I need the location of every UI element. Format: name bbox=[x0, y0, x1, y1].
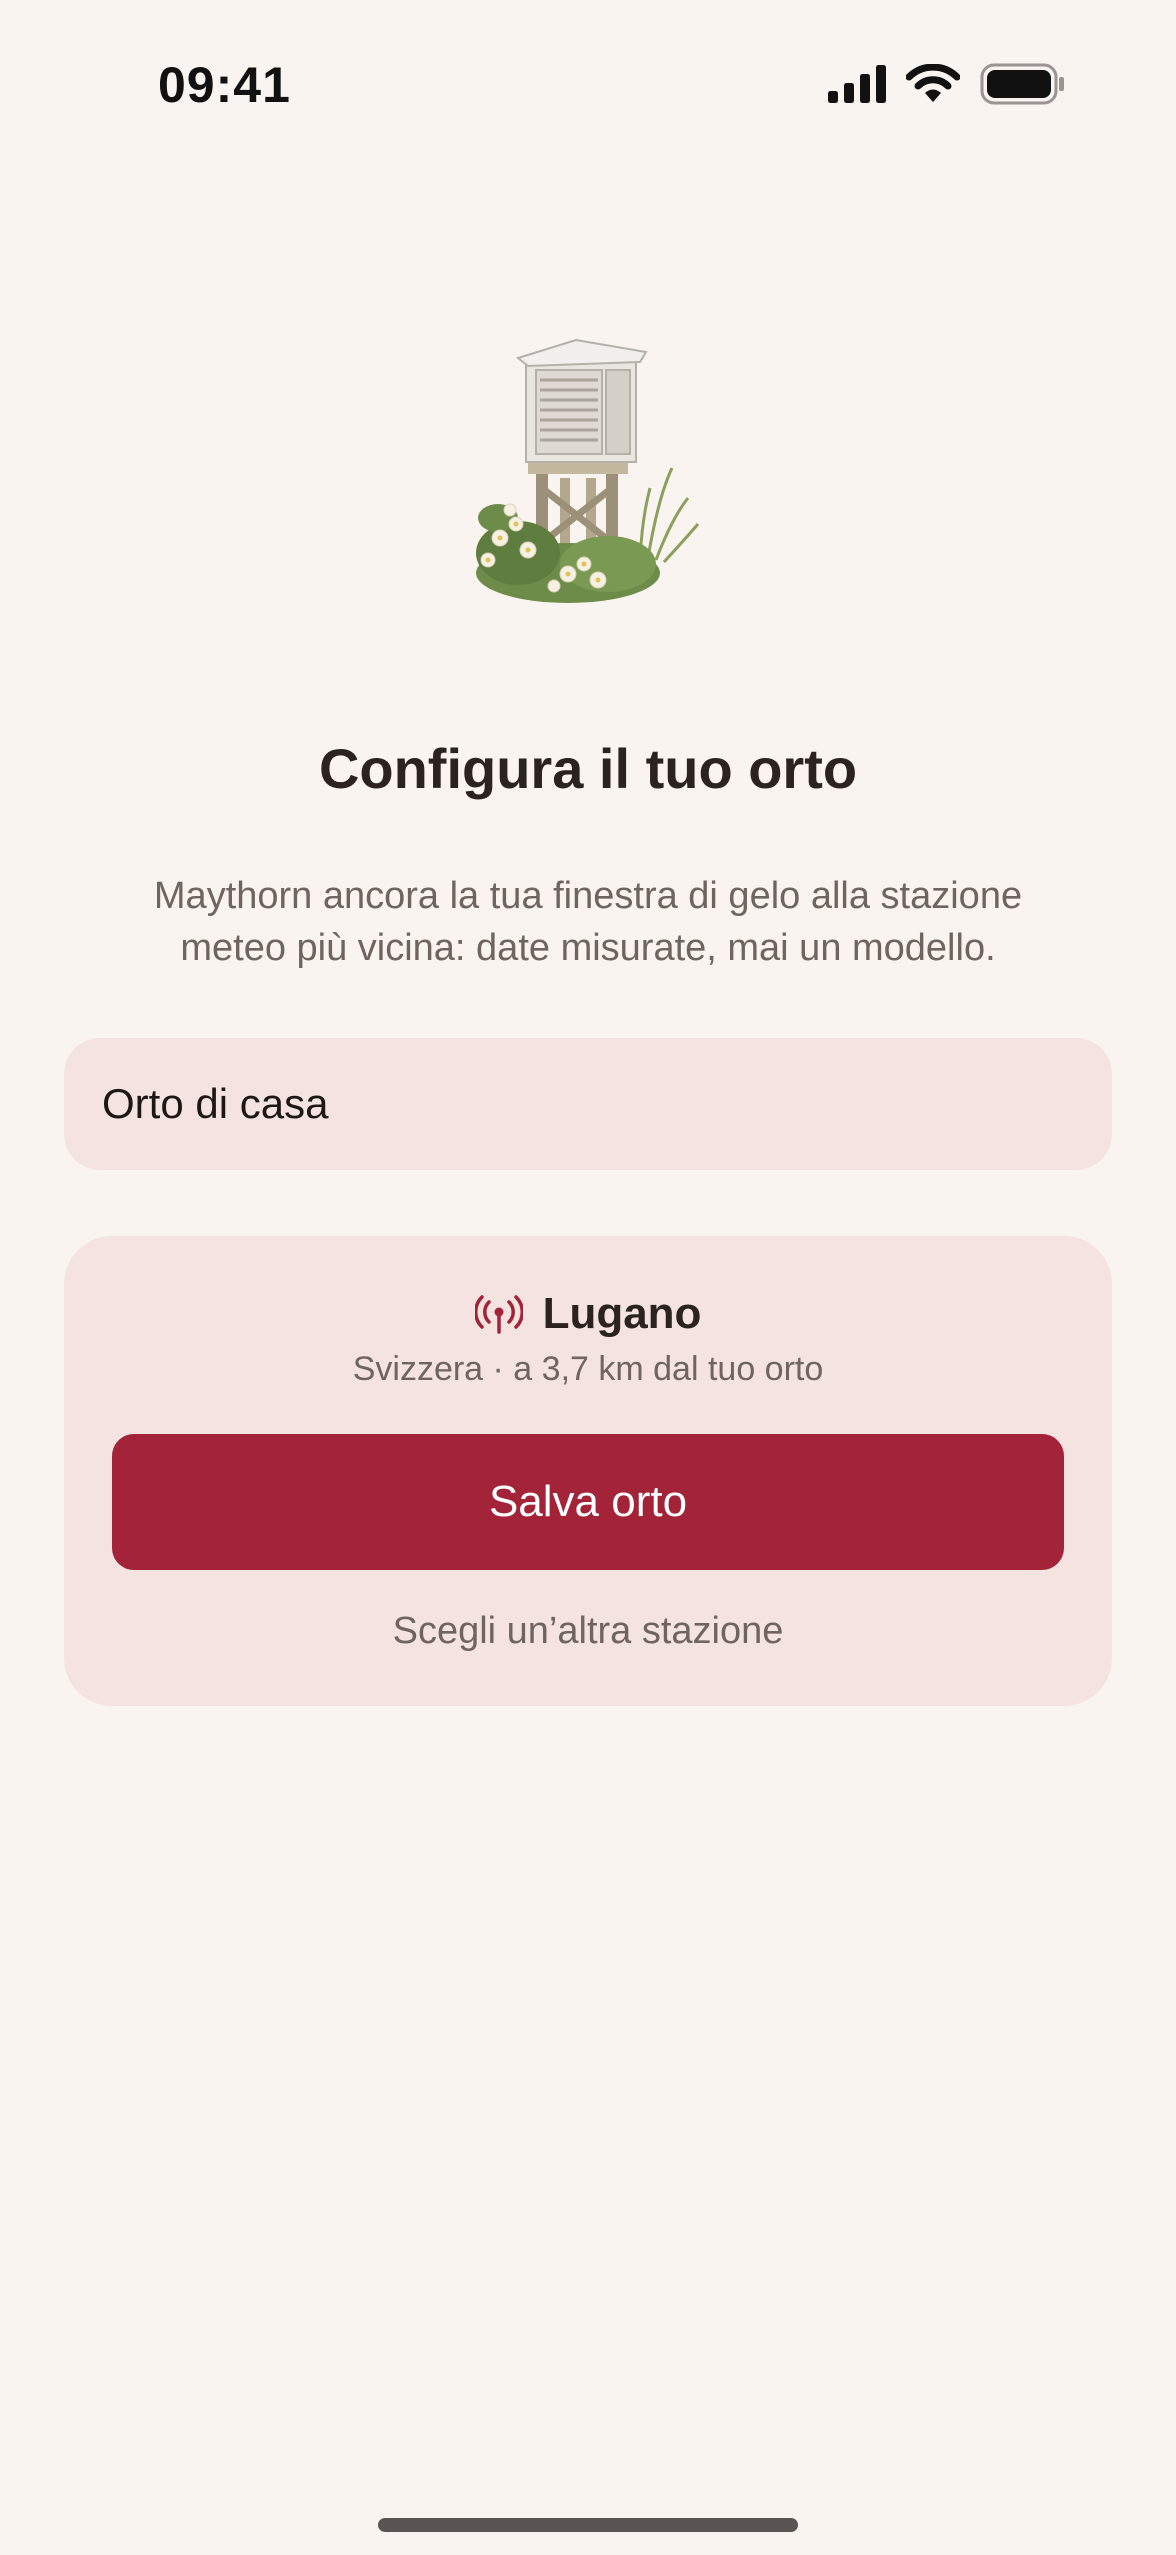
page-title: Configura il tuo orto bbox=[318, 737, 858, 800]
battery-icon bbox=[980, 63, 1064, 105]
save-garden-button[interactable]: Salva orto bbox=[112, 1434, 1064, 1570]
station-header: Lugano bbox=[64, 1284, 1112, 1344]
page-subtitle: Maythorn ancora la tua finestra di gelo … bbox=[153, 875, 1023, 969]
station-name: Lugano bbox=[542, 1289, 702, 1338]
weather-station-illustration bbox=[458, 328, 718, 618]
status-icons bbox=[828, 63, 1066, 105]
garden-name-field[interactable]: Orto di casa bbox=[64, 1038, 1112, 1170]
wifi-icon bbox=[906, 64, 960, 102]
home-indicator[interactable] bbox=[378, 2518, 798, 2532]
choose-other-station-link[interactable]: Scegli un’altra stazione bbox=[64, 1610, 1112, 1653]
status-time: 09:41 bbox=[158, 57, 291, 113]
cellular-signal-icon bbox=[828, 65, 886, 103]
status-bar: 09:41 bbox=[0, 0, 1176, 170]
station-card: Lugano Svizzera · a 3,7 km dal tuo orto … bbox=[64, 1236, 1112, 1706]
antenna-signal-icon bbox=[474, 1295, 523, 1334]
station-meta: Svizzera · a 3,7 km dal tuo orto bbox=[352, 1350, 824, 1388]
